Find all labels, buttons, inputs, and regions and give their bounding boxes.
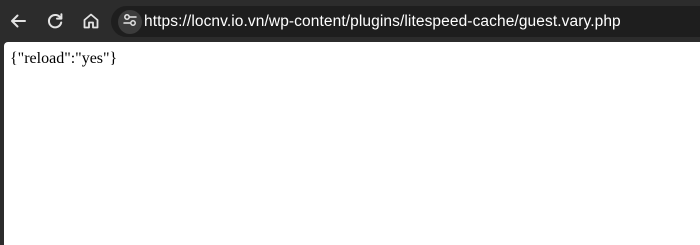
url-text[interactable]: https://locnv.io.vn/wp-content/plugins/l… xyxy=(144,13,621,31)
page-content: {"reload":"yes"} xyxy=(4,42,700,245)
address-bar[interactable]: https://locnv.io.vn/wp-content/plugins/l… xyxy=(111,6,700,37)
site-info-button[interactable] xyxy=(118,10,142,34)
browser-window: https://locnv.io.vn/wp-content/plugins/l… xyxy=(0,0,700,245)
arrow-left-icon xyxy=(8,11,28,31)
json-response-text: {"reload":"yes"} xyxy=(10,50,118,67)
browser-toolbar: https://locnv.io.vn/wp-content/plugins/l… xyxy=(0,0,700,42)
home-button[interactable] xyxy=(77,7,105,35)
back-button[interactable] xyxy=(4,7,32,35)
reload-button[interactable] xyxy=(41,7,69,35)
tune-icon xyxy=(122,12,138,33)
home-icon xyxy=(81,11,101,31)
reload-icon xyxy=(45,11,65,31)
